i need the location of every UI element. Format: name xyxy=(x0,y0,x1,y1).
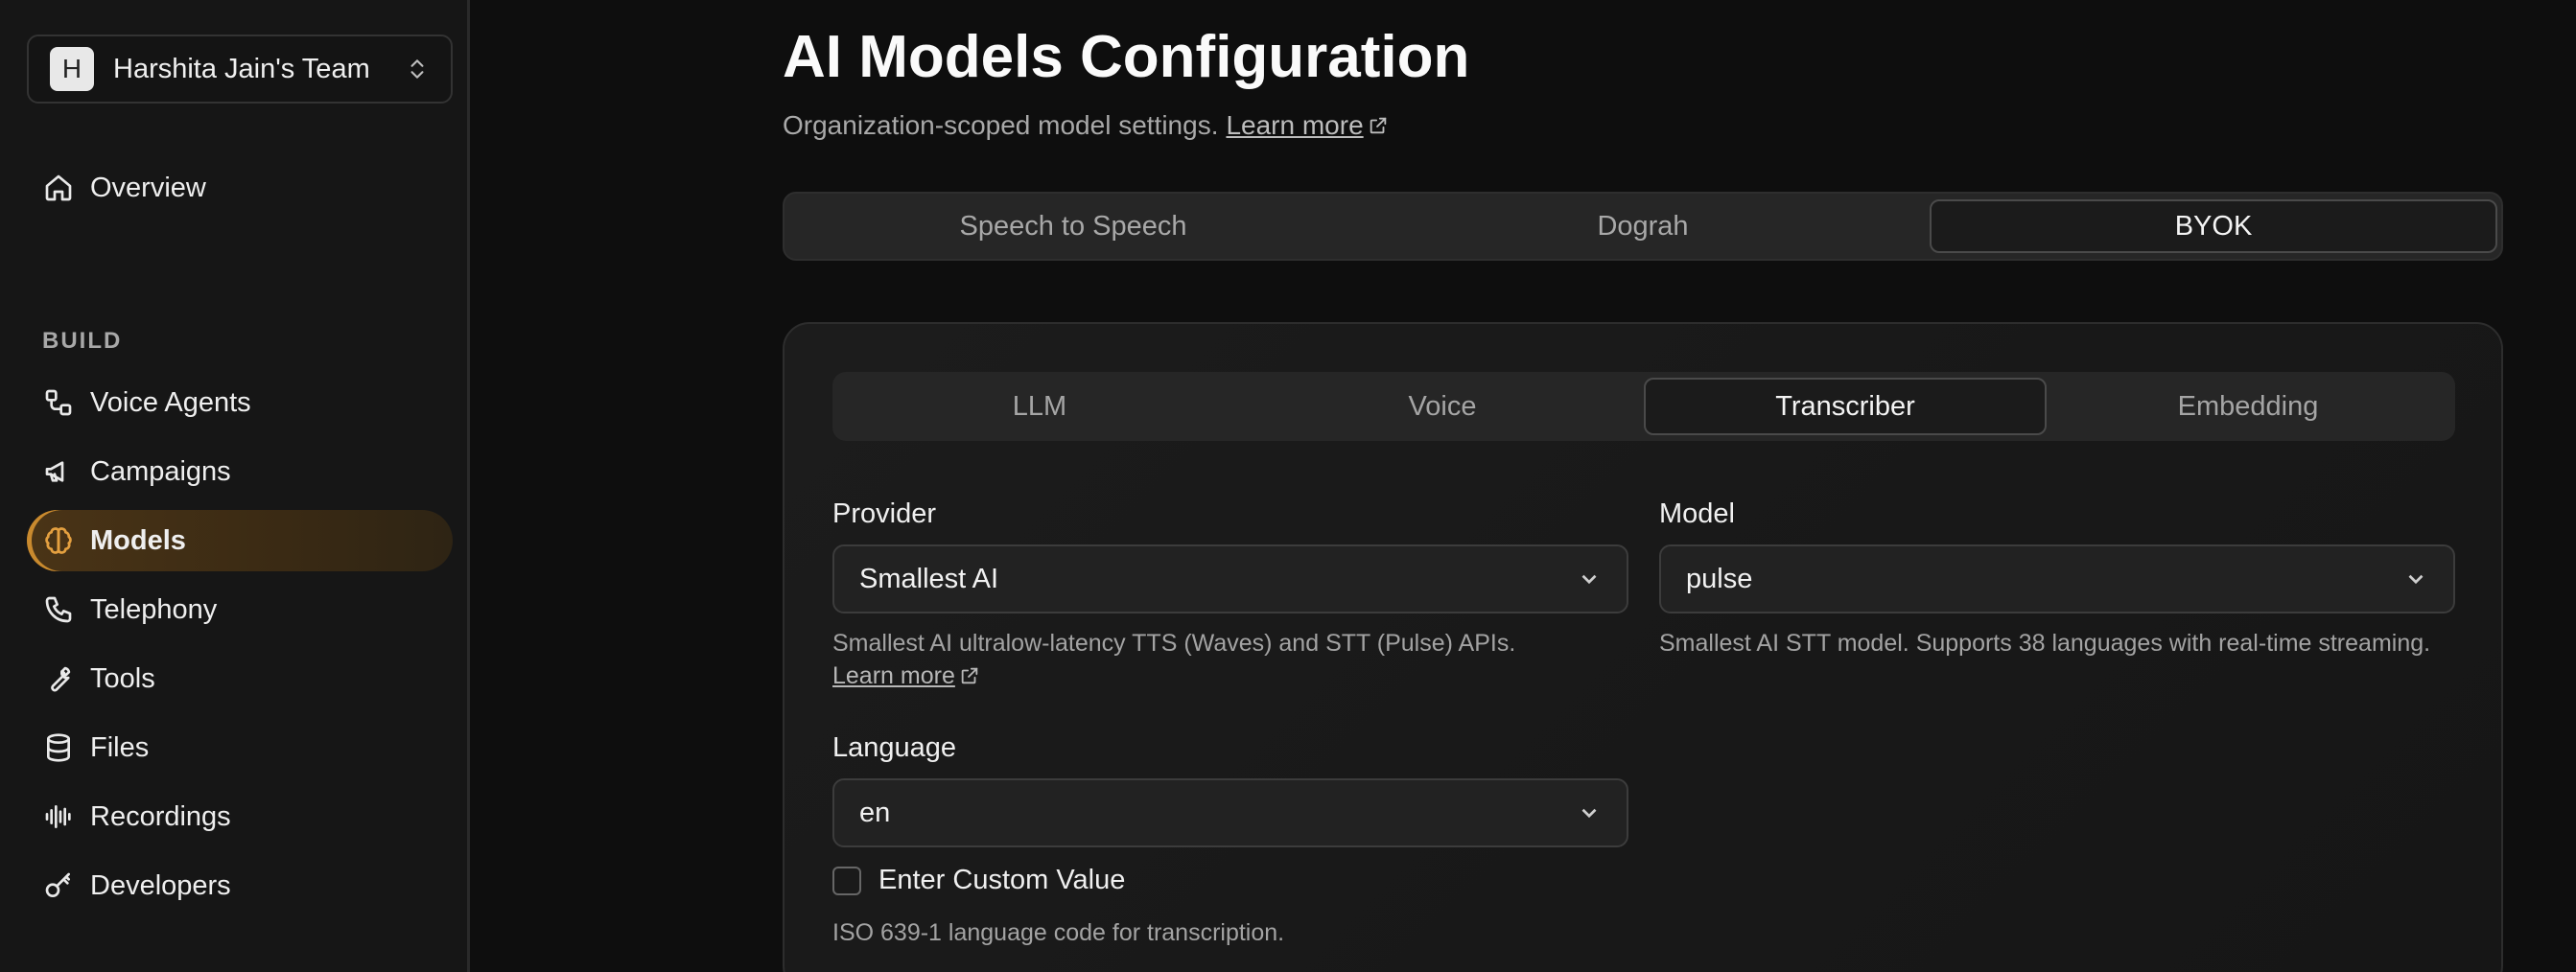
key-icon xyxy=(42,869,75,902)
section-label-build: BUILD xyxy=(42,328,123,354)
tab-llm[interactable]: LLM xyxy=(838,378,1241,435)
tab-byok[interactable]: BYOK xyxy=(1930,199,2497,253)
home-icon xyxy=(42,172,75,204)
sidebar-item-tools[interactable]: Tools xyxy=(27,648,453,709)
wrench-icon xyxy=(42,662,75,695)
chevron-down-icon xyxy=(1581,808,1597,819)
model-help: Smallest AI STT model. Supports 38 langu… xyxy=(1659,630,2431,657)
sidebar-item-label: Campaigns xyxy=(90,455,231,487)
sidebar-item-models[interactable]: Models xyxy=(27,510,453,571)
provider-label: Provider xyxy=(832,498,936,529)
language-select[interactable]: en xyxy=(832,778,1628,847)
custom-value-row: Enter Custom Value xyxy=(832,865,1125,896)
page-subtitle: Organization-scoped model settings. Lear… xyxy=(783,110,1389,141)
tab-speech-to-speech[interactable]: Speech to Speech xyxy=(790,199,1356,253)
sidebar-item-files[interactable]: Files xyxy=(27,717,453,778)
model-value: pulse xyxy=(1686,563,1753,594)
chevron-down-icon xyxy=(2408,574,2424,585)
sidebar-item-label: Recordings xyxy=(90,800,231,832)
config-card: LLM Voice Transcriber Embedding Provider… xyxy=(783,322,2503,972)
service-tabs: LLM Voice Transcriber Embedding xyxy=(832,372,2455,441)
brain-icon xyxy=(42,524,75,557)
custom-value-label[interactable]: Enter Custom Value xyxy=(878,865,1125,896)
team-name: Harshita Jain's Team xyxy=(113,53,370,84)
sidebar-item-overview[interactable]: Overview xyxy=(27,157,453,219)
sidebar-item-label: Voice Agents xyxy=(90,386,251,418)
voice-agents-icon xyxy=(42,386,75,419)
sidebar: H Harshita Jain's Team Overview BUILD Vo… xyxy=(0,0,470,972)
provider-learn-more-link[interactable]: Learn more xyxy=(832,660,980,692)
sidebar-item-voice-agents[interactable]: Voice Agents xyxy=(27,372,453,433)
sidebar-item-label: Developers xyxy=(90,869,231,901)
model-type-tabs: Speech to Speech Dograh BYOK xyxy=(783,192,2503,261)
provider-learn-more-label: Learn more xyxy=(832,662,955,689)
page-title: AI Models Configuration xyxy=(783,24,1470,90)
custom-value-checkbox[interactable] xyxy=(832,866,861,895)
sidebar-item-campaigns[interactable]: Campaigns xyxy=(27,441,453,502)
sidebar-item-recordings[interactable]: Recordings xyxy=(27,786,453,847)
sidebar-item-developers[interactable]: Developers xyxy=(27,855,453,916)
team-switcher[interactable]: H Harshita Jain's Team xyxy=(27,35,453,104)
chevron-up-down-icon xyxy=(410,59,424,79)
sidebar-item-label: Tools xyxy=(90,662,155,694)
sidebar-item-telephony[interactable]: Telephony xyxy=(27,579,453,640)
team-avatar: H xyxy=(50,47,94,91)
learn-more-link[interactable]: Learn more xyxy=(1226,110,1363,141)
sidebar-item-label: Files xyxy=(90,731,150,763)
language-help: ISO 639-1 language code for transcriptio… xyxy=(832,919,1285,946)
tab-voice[interactable]: Voice xyxy=(1241,378,1644,435)
model-select[interactable]: pulse xyxy=(1659,544,2455,613)
sidebar-item-label: Overview xyxy=(90,172,206,203)
provider-help: Smallest AI ultralow-latency TTS (Waves)… xyxy=(832,627,1638,692)
waveform-icon xyxy=(42,800,75,833)
database-icon xyxy=(42,731,75,764)
external-link-icon xyxy=(961,667,978,684)
provider-select[interactable]: Smallest AI xyxy=(832,544,1628,613)
chevron-down-icon xyxy=(1581,574,1597,585)
megaphone-icon xyxy=(42,455,75,488)
provider-value: Smallest AI xyxy=(859,563,999,594)
sidebar-item-label: Models xyxy=(90,524,186,556)
phone-icon xyxy=(42,593,75,626)
language-value: en xyxy=(859,797,891,828)
tab-dograh[interactable]: Dograh xyxy=(1360,199,1926,253)
model-label: Model xyxy=(1659,498,1735,529)
external-link-icon xyxy=(1370,117,1386,134)
sidebar-item-label: Telephony xyxy=(90,593,218,625)
subtitle-text: Organization-scoped model settings. xyxy=(783,110,1219,140)
tab-transcriber[interactable]: Transcriber xyxy=(1644,378,2047,435)
tab-embedding[interactable]: Embedding xyxy=(2047,378,2449,435)
language-label: Language xyxy=(832,732,957,763)
provider-help-text: Smallest AI ultralow-latency TTS (Waves)… xyxy=(832,630,1516,657)
